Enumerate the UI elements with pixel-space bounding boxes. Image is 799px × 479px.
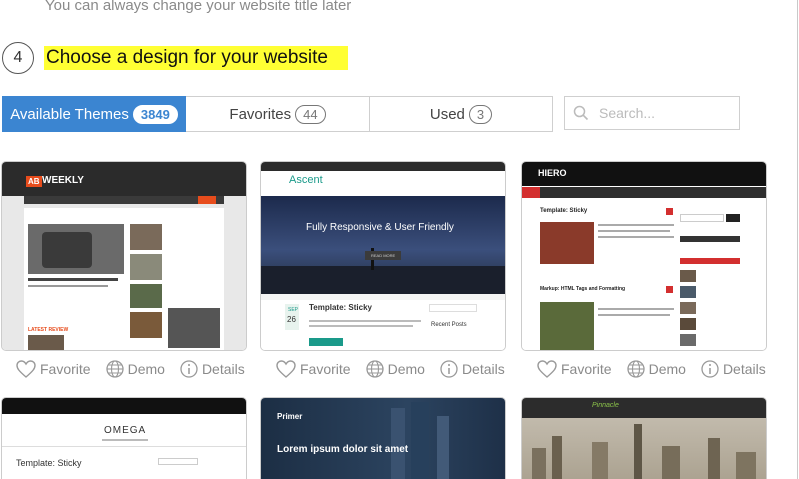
demo-button[interactable]: Demo [365,359,425,379]
tab-label: Available Themes [10,105,129,123]
count-badge: 3 [468,104,493,124]
demo-button[interactable]: Demo [105,359,165,379]
favorite-label: Favorite [561,361,612,377]
post-month: SEP [288,307,299,313]
step-number: 4 [2,42,34,74]
info-icon [180,360,198,378]
post-title: Template: Sticky [309,303,372,312]
details-label: Details [201,361,245,377]
theme-preview: AB WEEKLY LATEST REVIEW [2,162,246,350]
step-header: 4 Choose a design for your website [2,42,348,74]
theme-preview: HIERO Template: Sticky Markup: HTML Tags… [522,162,766,350]
theme-card-6[interactable]: Pinnacle [521,397,767,479]
info-icon [701,360,719,378]
post-title: Template: Sticky [16,458,82,468]
demo-label: Demo [648,361,686,377]
sidebar-heading: Recent Posts [431,322,467,328]
post-title-2: Markup: HTML Tags and Formatting [540,286,626,292]
panel-border [797,0,798,479]
step-title: Choose a design for your website [44,46,348,70]
demo-button[interactable]: Demo [626,359,686,379]
theme-logo: Ascent [289,174,323,186]
heart-icon [276,360,296,378]
info-icon [440,360,458,378]
details-button[interactable]: Details [439,359,505,379]
theme-card-1[interactable]: AB WEEKLY LATEST REVIEW [1,161,247,351]
title-hint: You can always change your website title… [45,0,352,14]
logo-mark: AB [26,176,42,187]
details-label: Details [461,361,505,377]
heart-icon [16,360,36,378]
theme-card-4[interactable]: OMEGA Template: Sticky [1,397,247,479]
search-box [564,96,740,130]
details-button[interactable]: Details [179,359,245,379]
details-label: Details [722,361,766,377]
theme-card-5[interactable]: Primer Lorem ipsum dolor sit amet [260,397,506,479]
theme-preview: OMEGA Template: Sticky [2,398,246,479]
hero-button: READ MORE [365,251,402,260]
heart-icon [537,360,557,378]
theme-logo: WEEKLY [42,175,84,186]
favorite-button[interactable]: Favorite [275,359,351,379]
favorite-button[interactable]: Favorite [536,359,612,379]
theme-preview: Primer Lorem ipsum dolor sit amet [261,398,505,479]
demo-label: Demo [387,361,425,377]
theme-logo: Pinnacle [592,402,619,409]
tab-favorites[interactable]: Favorites 44 [186,96,370,132]
theme-preview: Ascent Fully Responsive & User Friendly … [261,162,505,350]
globe-icon [365,360,384,378]
theme-actions-3: Favorite Demo Details [536,359,780,379]
details-button[interactable]: Details [700,359,766,379]
theme-actions-2: Favorite Demo Details [275,359,519,379]
latest-heading: LATEST REVIEW [28,327,69,333]
theme-actions-1: Favorite Demo Details [15,359,259,379]
tab-used[interactable]: Used 3 [370,96,553,132]
tab-available-themes[interactable]: Available Themes 3849 [2,96,186,132]
post-day: 26 [287,315,296,324]
demo-label: Demo [127,361,165,377]
globe-icon [626,360,645,378]
theme-logo: OMEGA [104,425,147,436]
search-icon [573,105,589,121]
theme-card-2[interactable]: Ascent Fully Responsive & User Friendly … [260,161,506,351]
theme-tabs: Available Themes 3849 Favorites 44 Used … [2,96,553,132]
post-title: Lorem ipsum dolor sit amet [277,444,409,455]
tab-label: Used [429,105,465,123]
favorite-button[interactable]: Favorite [15,359,91,379]
count-badge: 3849 [132,104,178,124]
favorite-label: Favorite [300,361,351,377]
globe-icon [105,360,124,378]
post-title-1: Template: Sticky [540,208,588,214]
theme-logo: Primer [277,412,303,421]
theme-logo: HIERO [538,168,567,178]
theme-preview: Pinnacle [522,398,766,479]
theme-card-3[interactable]: HIERO Template: Sticky Markup: HTML Tags… [521,161,767,351]
tab-label: Favorites [229,105,292,123]
hero-heading: Fully Responsive & User Friendly [306,222,454,233]
favorite-label: Favorite [40,361,91,377]
count-badge: 44 [295,104,326,124]
search-input[interactable] [599,105,729,121]
